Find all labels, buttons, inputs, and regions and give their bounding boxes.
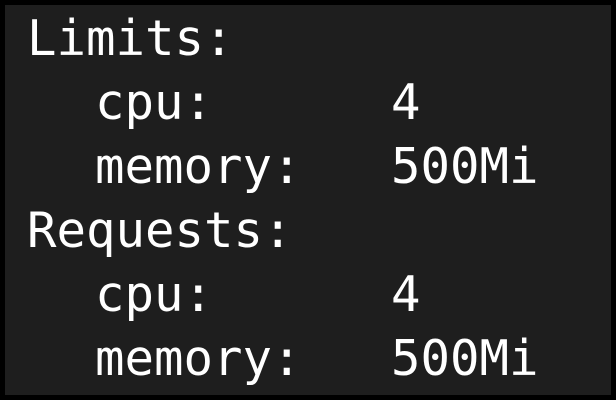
limits-heading: Limits: <box>27 10 234 67</box>
terminal-output: Limits: cpu: 4 memory: 500Mi Requests: c… <box>5 5 611 395</box>
limits-memory-key: memory: <box>95 138 302 195</box>
requests-heading-line: Requests: <box>27 199 611 263</box>
requests-cpu-key: cpu: <box>95 266 214 323</box>
requests-cpu-value: 4 <box>391 266 421 323</box>
limits-heading-line: Limits: <box>27 7 611 71</box>
limits-cpu-line: cpu: 4 <box>27 71 611 135</box>
requests-memory-line: memory: 500Mi <box>27 327 611 391</box>
requests-memory-key: memory: <box>95 330 302 387</box>
limits-memory-line: memory: 500Mi <box>27 135 611 199</box>
limits-cpu-value: 4 <box>391 74 421 131</box>
requests-heading: Requests: <box>27 202 293 259</box>
requests-memory-value: 500Mi <box>391 330 539 387</box>
requests-cpu-line: cpu: 4 <box>27 263 611 327</box>
limits-cpu-key: cpu: <box>95 74 214 131</box>
limits-memory-value: 500Mi <box>391 138 539 195</box>
